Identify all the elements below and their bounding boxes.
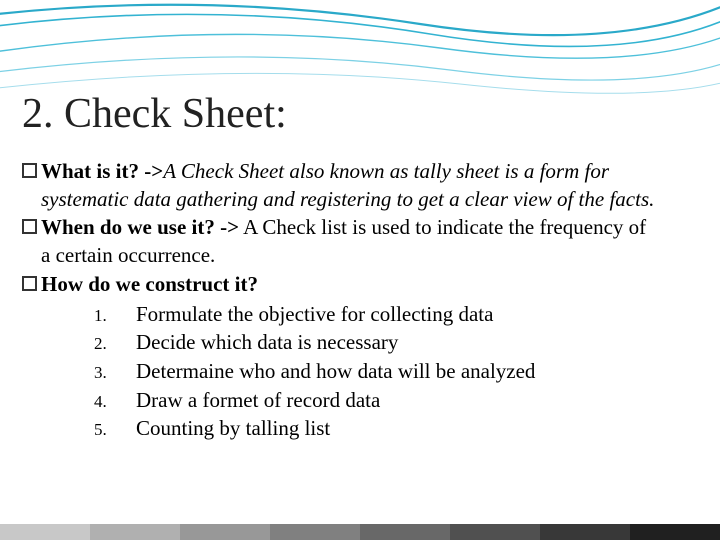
step-number: 5. — [94, 415, 136, 443]
square-bullet-icon — [22, 276, 37, 291]
bullet-item: When do we use it? -> A Check list is us… — [22, 214, 660, 269]
step-number: 3. — [94, 358, 136, 386]
step-item: 2. Decide which data is necessary — [94, 329, 660, 357]
step-text: Counting by talling list — [136, 415, 660, 443]
square-bullet-icon — [22, 163, 37, 178]
footer-strip — [0, 524, 720, 540]
bullet-label: When do we use it? -> — [41, 215, 239, 239]
step-text: Formulate the objective for collecting d… — [136, 301, 660, 329]
slide-title: 2. Check Sheet: — [22, 90, 287, 138]
square-bullet-icon — [22, 219, 37, 234]
bullet-item: What is it? ->A Check Sheet also known a… — [22, 158, 660, 213]
step-item: 4. Draw a formet of record data — [94, 387, 660, 415]
step-number: 1. — [94, 301, 136, 329]
step-item: 1. Formulate the objective for collectin… — [94, 301, 660, 329]
steps-list: 1. Formulate the objective for collectin… — [22, 301, 660, 444]
step-item: 3. Determaine who and how data will be a… — [94, 358, 660, 386]
bullet-label: How do we construct it? — [41, 272, 258, 296]
step-text: Determaine who and how data will be anal… — [136, 358, 660, 386]
slide-body: What is it? ->A Check Sheet also known a… — [22, 158, 660, 444]
step-number: 4. — [94, 387, 136, 415]
step-number: 2. — [94, 329, 136, 357]
bullet-item: How do we construct it? — [22, 271, 660, 299]
bullet-label: What is it? -> — [41, 159, 163, 183]
step-text: Decide which data is necessary — [136, 329, 660, 357]
step-text: Draw a formet of record data — [136, 387, 660, 415]
step-item: 5. Counting by talling list — [94, 415, 660, 443]
